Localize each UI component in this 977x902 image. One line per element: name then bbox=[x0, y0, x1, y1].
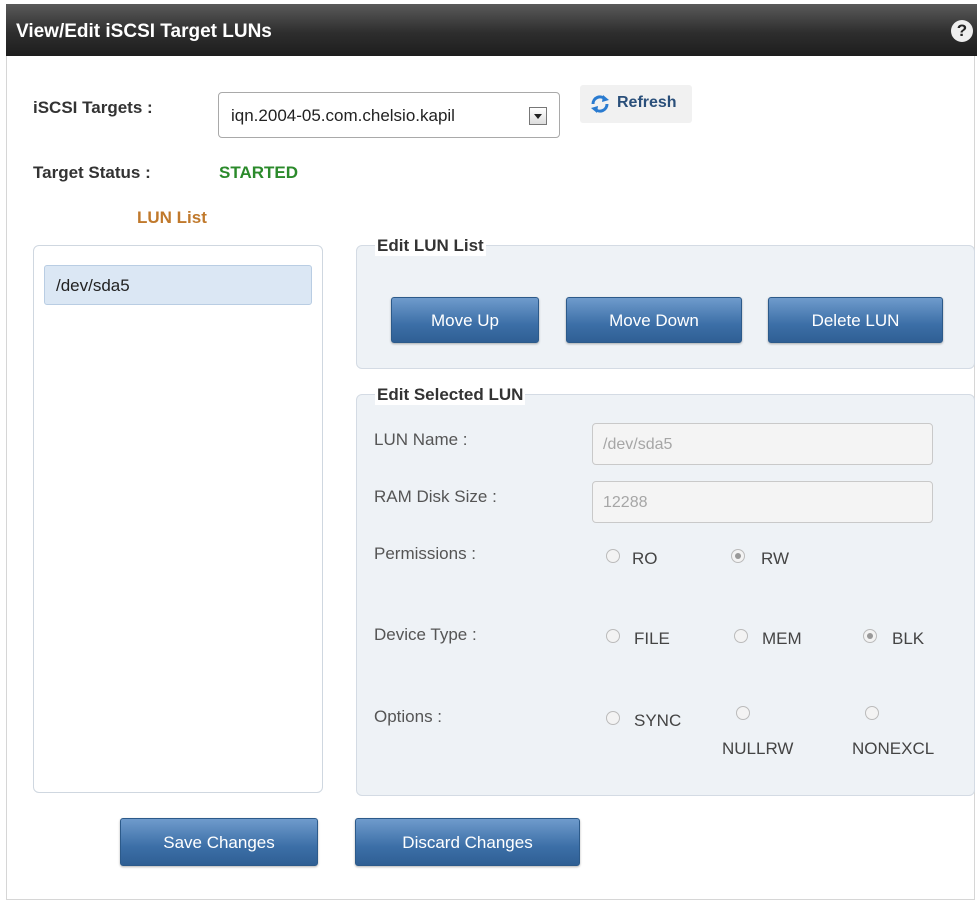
help-icon[interactable]: ? bbox=[951, 20, 973, 42]
target-status-label: Target Status : bbox=[33, 163, 151, 182]
lun-name-field[interactable]: /dev/sda5 bbox=[592, 423, 933, 465]
device-file-label: FILE bbox=[634, 629, 670, 648]
lun-list-box[interactable]: /dev/sda5 bbox=[33, 245, 323, 793]
lun-name-label: LUN Name : bbox=[374, 430, 468, 449]
target-status-value: STARTED bbox=[219, 163, 299, 182]
move-up-button[interactable]: Move Up bbox=[391, 297, 539, 343]
move-down-button[interactable]: Move Down bbox=[566, 297, 742, 343]
iscsi-lun-panel: View/Edit iSCSI Target LUNs ? iSCSI Targ… bbox=[0, 0, 977, 902]
device-file-radio[interactable] bbox=[606, 629, 620, 643]
perm-rw-radio[interactable] bbox=[731, 549, 745, 563]
lun-list-item[interactable]: /dev/sda5 bbox=[44, 265, 312, 305]
ram-disk-size-label: RAM Disk Size : bbox=[374, 487, 497, 506]
device-blk-radio[interactable] bbox=[863, 629, 877, 643]
ram-disk-size-value: 12288 bbox=[603, 494, 648, 511]
refresh-label: Refresh bbox=[617, 94, 677, 111]
edit-selected-lun-legend: Edit Selected LUN bbox=[375, 385, 526, 405]
refresh-button[interactable]: Refresh bbox=[580, 85, 692, 123]
window-title: View/Edit iSCSI Target LUNs bbox=[16, 21, 272, 42]
device-mem-label: MEM bbox=[762, 629, 802, 648]
iscsi-target-select[interactable]: iqn.2004-05.com.chelsio.kapil bbox=[218, 92, 560, 138]
perm-ro-radio[interactable] bbox=[606, 549, 620, 563]
refresh-icon bbox=[591, 95, 609, 113]
option-nonexcl-label: NONEXCL bbox=[852, 739, 935, 758]
iscsi-targets-label: iSCSI Targets : bbox=[33, 98, 153, 117]
ram-disk-size-field[interactable]: 12288 bbox=[592, 481, 933, 523]
lun-list-item-label: /dev/sda5 bbox=[56, 276, 130, 295]
option-sync-radio[interactable] bbox=[606, 711, 620, 725]
delete-lun-button[interactable]: Delete LUN bbox=[768, 297, 943, 343]
option-nullrw-radio[interactable] bbox=[736, 706, 750, 720]
lun-list-title: LUN List bbox=[137, 208, 207, 227]
perm-ro-label: RO bbox=[632, 549, 658, 568]
title-bar: View/Edit iSCSI Target LUNs ? bbox=[6, 4, 977, 56]
save-changes-button[interactable]: Save Changes bbox=[120, 818, 318, 866]
permissions-label: Permissions : bbox=[374, 544, 477, 563]
device-type-label: Device Type : bbox=[374, 625, 477, 644]
dropdown-arrow-icon[interactable] bbox=[529, 107, 547, 125]
option-nonexcl-radio[interactable] bbox=[865, 706, 879, 720]
edit-lun-list-legend: Edit LUN List bbox=[375, 236, 486, 256]
device-blk-label: BLK bbox=[892, 629, 925, 648]
lun-name-value: /dev/sda5 bbox=[603, 436, 673, 453]
options-label: Options : bbox=[374, 707, 443, 726]
option-nullrw-label: NULLRW bbox=[722, 739, 794, 758]
perm-rw-label: RW bbox=[761, 549, 790, 568]
discard-changes-button[interactable]: Discard Changes bbox=[355, 818, 580, 866]
iscsi-target-value: iqn.2004-05.com.chelsio.kapil bbox=[231, 106, 455, 125]
device-mem-radio[interactable] bbox=[734, 629, 748, 643]
option-sync-label: SYNC bbox=[634, 711, 682, 730]
